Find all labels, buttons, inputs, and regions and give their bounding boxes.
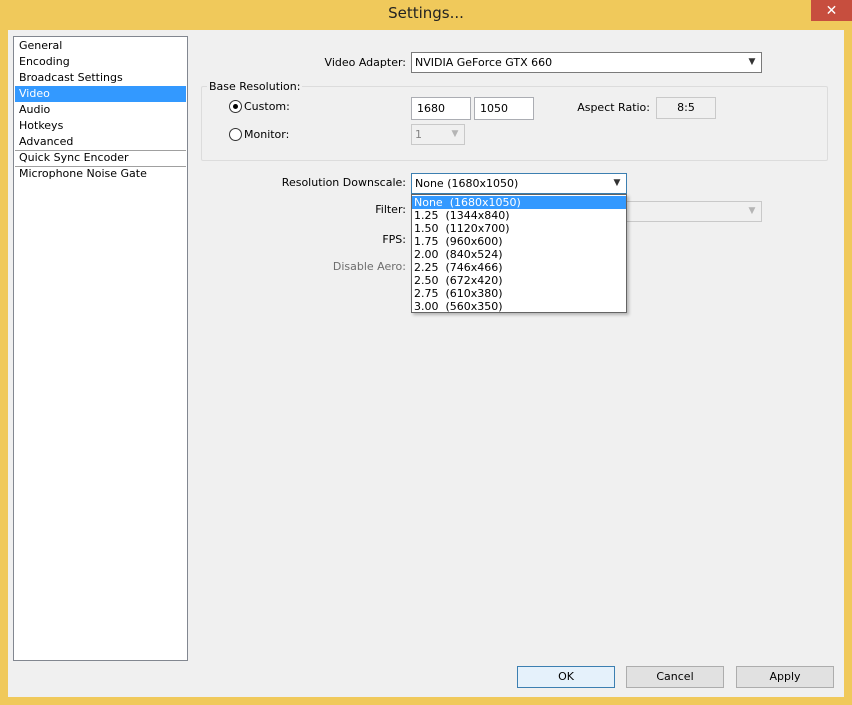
sidebar-item-audio[interactable]: Audio (15, 102, 186, 118)
close-icon: ✕ (825, 2, 838, 19)
video-adapter-value: NVIDIA GeForce GTX 660 (415, 56, 553, 69)
sidebar-item-advanced[interactable]: Advanced (15, 134, 186, 150)
aspect-ratio-value: 8:5 (656, 97, 716, 119)
custom-radio[interactable] (229, 100, 242, 113)
downscale-option[interactable]: 1.25 (1344x840) (412, 209, 626, 222)
sidebar-item-broadcast-settings[interactable]: Broadcast Settings (15, 70, 186, 86)
resolution-downscale-list: None (1680x1050) 1.25 (1344x840) 1.50 (1… (411, 194, 627, 313)
aspect-ratio-label: Aspect Ratio: (577, 101, 650, 114)
filter-label: Filter: (375, 203, 406, 216)
downscale-option[interactable]: 1.75 (960x600) (412, 235, 626, 248)
window-title: Settings... (388, 4, 464, 22)
apply-button[interactable]: Apply (736, 666, 834, 688)
fps-label: FPS: (382, 233, 406, 246)
base-resolution-label: Base Resolution: (207, 80, 303, 94)
sidebar-item-encoding[interactable]: Encoding (15, 54, 186, 70)
downscale-option[interactable]: 2.75 (610x380) (412, 287, 626, 300)
sidebar-item-hotkeys[interactable]: Hotkeys (15, 118, 186, 134)
settings-client-area: General Encoding Broadcast Settings Vide… (8, 30, 844, 697)
custom-label: Custom: (244, 100, 290, 113)
ok-button[interactable]: OK (517, 666, 615, 688)
downscale-option[interactable]: 2.00 (840x524) (412, 248, 626, 261)
chevron-down-icon: ▼ (451, 129, 459, 139)
downscale-option[interactable]: 2.25 (746x466) (412, 261, 626, 274)
chevron-down-icon: ▼ (748, 57, 756, 67)
sidebar-item-microphone-noise-gate[interactable]: Microphone Noise Gate (15, 166, 186, 182)
title-bar: Settings... ✕ (0, 0, 852, 30)
video-adapter-dropdown[interactable]: NVIDIA GeForce GTX 660 ▼ (411, 52, 762, 73)
sidebar-item-quick-sync-encoder[interactable]: Quick Sync Encoder (15, 150, 186, 166)
downscale-option[interactable]: 3.00 (560x350) (412, 300, 626, 313)
downscale-option[interactable]: 2.50 (672x420) (412, 274, 626, 287)
monitor-radio[interactable] (229, 128, 242, 141)
chevron-down-icon: ▼ (613, 178, 621, 188)
monitor-label: Monitor: (244, 128, 290, 141)
sidebar-item-general[interactable]: General (15, 38, 186, 54)
resolution-downscale-dropdown[interactable]: None (1680x1050) ▼ (411, 173, 627, 194)
downscale-option[interactable]: None (1680x1050) (412, 196, 626, 209)
monitor-value: 1 (415, 128, 422, 141)
sidebar-item-video[interactable]: Video (15, 86, 186, 102)
monitor-dropdown[interactable]: 1 ▼ (411, 124, 465, 145)
video-adapter-label: Video Adapter: (324, 56, 406, 69)
custom-width-input[interactable]: 1680 (411, 97, 471, 120)
resolution-downscale-value: None (1680x1050) (415, 177, 519, 190)
chevron-down-icon: ▼ (748, 206, 756, 216)
disable-aero-label: Disable Aero: (332, 260, 406, 273)
custom-height-input[interactable]: 1050 (474, 97, 534, 120)
settings-sidebar: General Encoding Broadcast Settings Vide… (13, 36, 188, 661)
close-button[interactable]: ✕ (811, 0, 852, 21)
resolution-downscale-label: Resolution Downscale: (281, 176, 406, 189)
downscale-option[interactable]: 1.50 (1120x700) (412, 222, 626, 235)
cancel-button[interactable]: Cancel (626, 666, 724, 688)
